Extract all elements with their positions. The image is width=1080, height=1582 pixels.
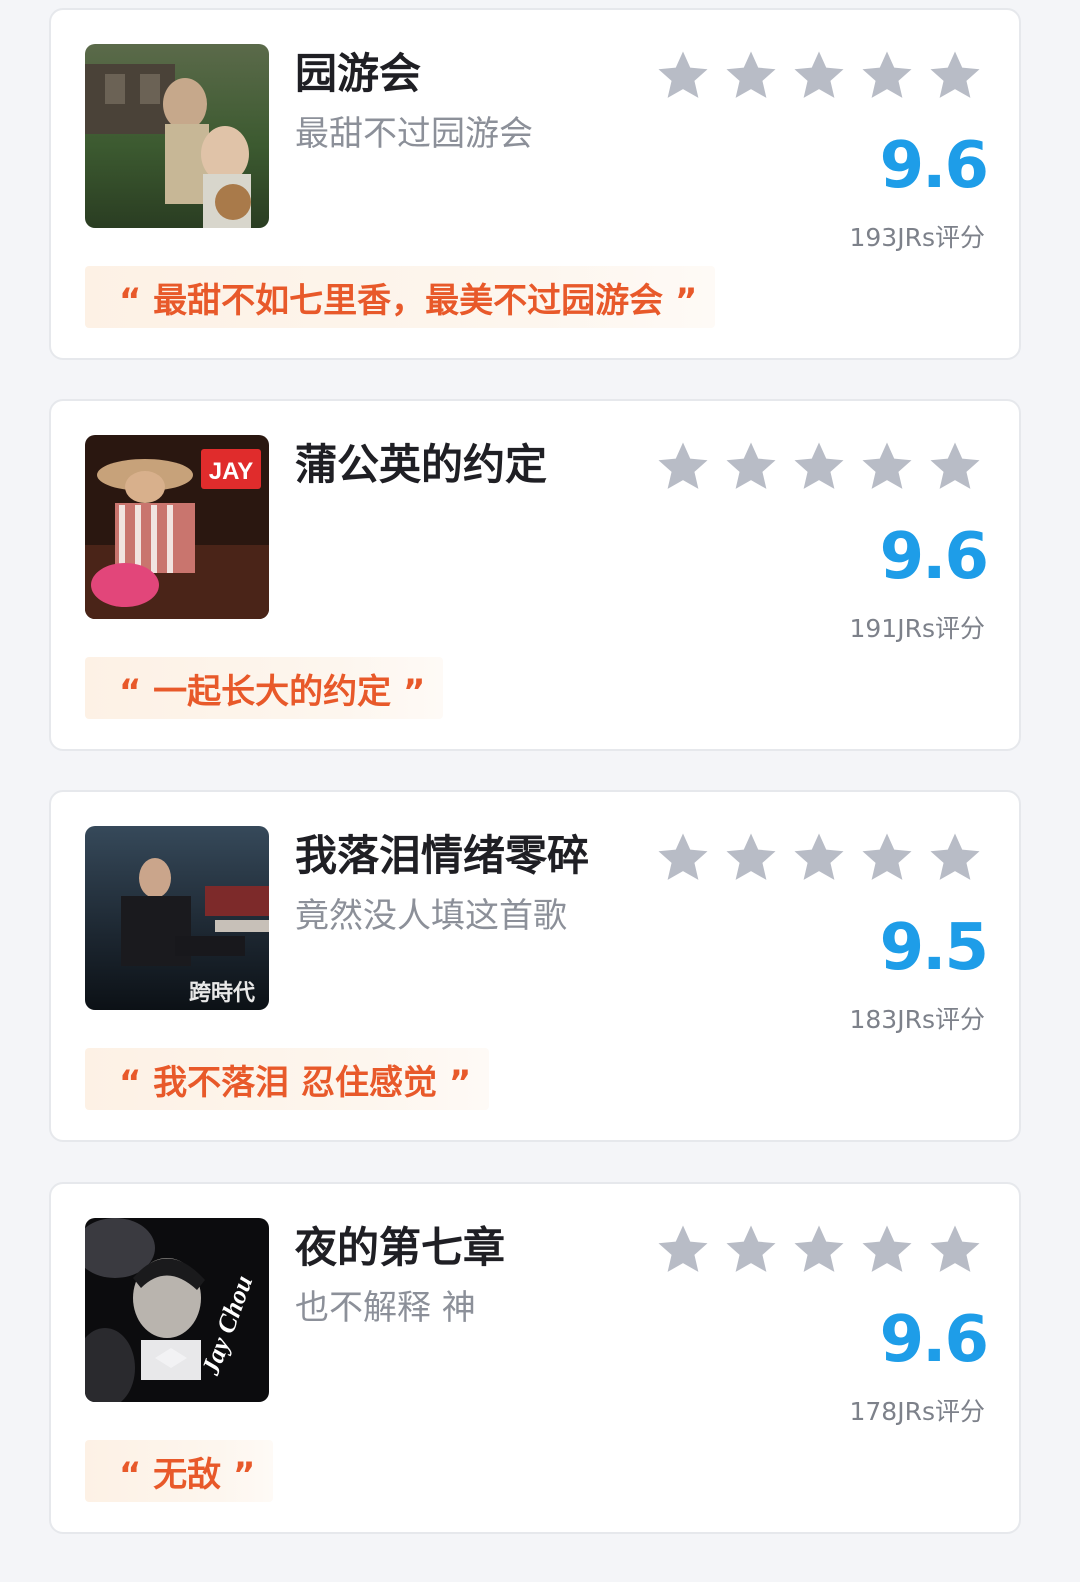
rating-score: 9.6: [879, 520, 989, 594]
album-cover: JAY: [85, 435, 269, 619]
song-title: 蒲公英的约定: [295, 440, 548, 489]
vote-count: 193JRs评分: [849, 223, 986, 252]
star-icon: [862, 833, 912, 880]
album-cover: Jay Chou: [85, 1218, 269, 1402]
star-icon: [794, 442, 844, 489]
star-icon: [862, 51, 912, 98]
svg-text:跨時代: 跨時代: [189, 980, 255, 1005]
rating-stars: [655, 439, 983, 495]
star-icon: [658, 1225, 708, 1272]
song-rating-list: 园游会 最甜不过园游会 9.6 193JRs评分 “ 最甜不如七里香，最美不过园…: [0, 0, 1080, 1582]
star-icon: [930, 51, 980, 98]
song-title: 夜的第七章: [295, 1223, 506, 1272]
star-icon: [658, 442, 708, 489]
vote-count: 191JRs评分: [849, 614, 986, 643]
star-icon: [862, 442, 912, 489]
rating-score: 9.6: [879, 1303, 989, 1377]
highlight-quote: “ 最甜不如七里香，最美不过园游会 ”: [85, 266, 716, 328]
star-icon: [930, 442, 980, 489]
star-icon: [726, 442, 776, 489]
star-icon: [726, 833, 776, 880]
rating-stars: [655, 1222, 983, 1278]
star-icon: [726, 51, 776, 98]
song-subtitle: 竟然没人填这首歌: [295, 896, 567, 936]
star-icon: [794, 833, 844, 880]
highlight-quote: “ 一起长大的约定 ”: [85, 657, 444, 719]
rating-score: 9.5: [879, 911, 989, 985]
album-cover: [85, 44, 269, 228]
song-card[interactable]: JAY 蒲公英的约定 9.6 191JRs评分 “ 一起长大的约定 ”: [49, 399, 1021, 751]
song-card[interactable]: 园游会 最甜不过园游会 9.6 193JRs评分 “ 最甜不如七里香，最美不过园…: [49, 8, 1021, 360]
song-card[interactable]: 跨時代 我落泪情绪零碎 竟然没人填这首歌 9.5 183JRs评分 “ 我不落泪…: [49, 790, 1021, 1142]
song-title: 园游会: [295, 49, 422, 98]
highlight-quote: “ 我不落泪 忍住感觉 ”: [85, 1048, 490, 1110]
star-icon: [658, 833, 708, 880]
star-icon: [794, 51, 844, 98]
star-icon: [930, 1225, 980, 1272]
star-icon: [726, 1225, 776, 1272]
rating-stars: [655, 830, 983, 886]
star-icon: [930, 833, 980, 880]
star-icon: [862, 1225, 912, 1272]
album-cover: 跨時代: [85, 826, 269, 1010]
vote-count: 183JRs评分: [849, 1005, 986, 1034]
highlight-quote: “ 无敌 ”: [85, 1440, 274, 1502]
song-title: 我落泪情绪零碎: [295, 831, 590, 880]
song-subtitle: 最甜不过园游会: [295, 114, 533, 154]
rating-stars: [655, 48, 983, 104]
song-subtitle: 也不解释 神: [295, 1288, 476, 1328]
vote-count: 178JRs评分: [849, 1397, 986, 1426]
star-icon: [658, 51, 708, 98]
rating-score: 9.6: [879, 129, 989, 203]
svg-text:JAY: JAY: [209, 458, 253, 485]
song-card[interactable]: Jay Chou 夜的第七章 也不解释 神 9.6 178JRs评分 “ 无敌 …: [49, 1182, 1021, 1534]
star-icon: [794, 1225, 844, 1272]
